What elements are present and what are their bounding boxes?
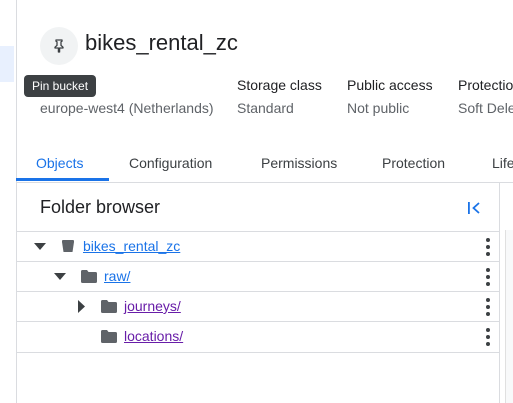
- bucket-title: bikes_rental_zc: [85, 30, 238, 55]
- tab-lifecycle[interactable]: Life: [492, 145, 513, 181]
- collapse-panel-button[interactable]: [462, 196, 486, 220]
- row-menu-button[interactable]: [484, 328, 492, 346]
- collapsed-arrow-icon[interactable]: [78, 300, 86, 313]
- expanded-arrow-icon[interactable]: [34, 243, 46, 251]
- tree-row-journeys[interactable]: journeys/: [16, 291, 499, 322]
- pin-bucket-button[interactable]: [40, 27, 78, 65]
- folder-icon: [101, 300, 117, 313]
- storage-class-value: Standard: [237, 100, 294, 116]
- bucket-icon: [62, 240, 74, 252]
- public-access-value: Not public: [347, 100, 410, 116]
- pin-icon: [54, 39, 64, 53]
- tab-permissions[interactable]: Permissions: [261, 145, 337, 181]
- location-value: europe-west4 (Netherlands): [40, 100, 214, 116]
- content-scrollbar[interactable]: [505, 230, 513, 403]
- public-access-label: Public access: [347, 77, 433, 93]
- folder-browser-title: Folder browser: [40, 197, 161, 217]
- tree-link-locations[interactable]: locations/: [124, 328, 183, 344]
- tree-link-journeys[interactable]: journeys/: [124, 298, 181, 314]
- folder-icon: [101, 330, 117, 343]
- tree-row-bucket[interactable]: bikes_rental_zc: [16, 231, 499, 262]
- left-nav-active-item[interactable]: [0, 46, 14, 82]
- row-menu-button[interactable]: [484, 298, 492, 316]
- tab-objects[interactable]: Objects: [36, 145, 83, 181]
- collapse-left-icon: [468, 202, 480, 214]
- expanded-arrow-icon[interactable]: [54, 273, 66, 281]
- pin-bucket-tooltip: Pin bucket: [24, 75, 97, 97]
- active-tab-indicator: [16, 178, 109, 181]
- protection-label: Protectio: [458, 77, 513, 93]
- storage-class-label: Storage class: [237, 77, 322, 93]
- tab-protection[interactable]: Protection: [382, 145, 445, 181]
- tree-link-bucket[interactable]: bikes_rental_zc: [83, 238, 180, 254]
- folder-icon: [81, 270, 97, 283]
- row-menu-button[interactable]: [484, 268, 492, 286]
- row-menu-button[interactable]: [484, 238, 492, 256]
- tree-row-locations[interactable]: locations/: [16, 321, 499, 353]
- tree-link-raw[interactable]: raw/: [104, 268, 130, 284]
- tree-row-raw[interactable]: raw/: [16, 261, 499, 292]
- tab-configuration[interactable]: Configuration: [129, 145, 212, 181]
- protection-value: Soft Dele: [458, 100, 513, 116]
